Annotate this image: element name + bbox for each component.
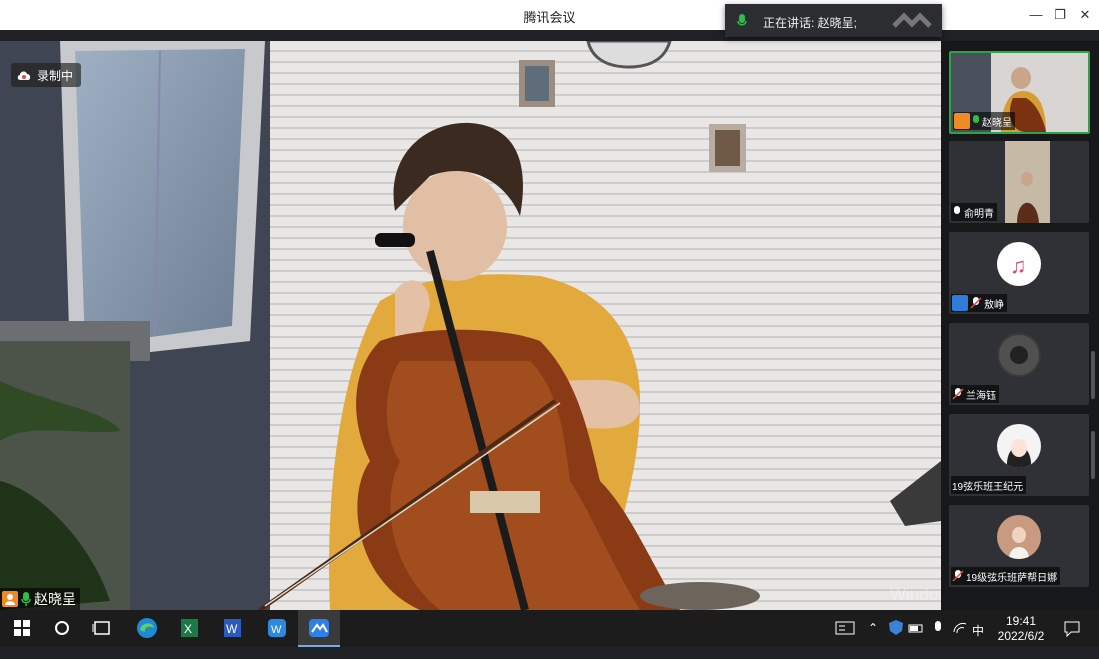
- host-icon: [954, 113, 970, 129]
- mic-muted-icon: [952, 388, 964, 400]
- avatar: [997, 515, 1041, 559]
- tencent-meeting-taskbar-button[interactable]: [298, 610, 340, 647]
- clock-time: 19:41: [1005, 614, 1037, 628]
- svg-text:♫: ♫: [1010, 253, 1027, 278]
- ime-indicator[interactable]: 中: [972, 622, 984, 659]
- participant-tile[interactable]: 俞明青: [949, 141, 1089, 223]
- taskbar: X W W ⌃ 中 19:41 2022/6/2: [0, 610, 1099, 647]
- wifi-icon[interactable]: [950, 616, 974, 640]
- minimize-button[interactable]: —: [1026, 5, 1046, 25]
- participant-nametag: 敖峥: [951, 294, 1007, 312]
- maximize-button[interactable]: ❐: [1050, 5, 1070, 25]
- mic-muted-icon: [970, 297, 982, 309]
- participant-name: 19级弦乐班萨帮日娜: [966, 572, 1058, 584]
- participant-tile[interactable]: ♫ 敖峥: [949, 232, 1089, 314]
- participant-nametag: 兰海钰: [951, 385, 999, 403]
- participant-sidebar: 赵晓呈 俞明青 ♫ 敖峥 兰海钰 19弦乐班王纪元 19级弦乐班萨帮日娜: [941, 41, 1099, 610]
- tray-expand-icon[interactable]: ⌃: [868, 621, 878, 658]
- main-speaker-nametag: 赵晓呈: [0, 588, 80, 610]
- cloud-record-icon: [17, 71, 31, 80]
- speaking-banner: 正在讲话: 赵晓呈;: [725, 4, 942, 37]
- tencent-meeting-icon: [309, 619, 329, 637]
- main-speaker-name: 赵晓呈: [34, 591, 76, 607]
- participant-nametag: 赵晓呈: [953, 112, 1015, 130]
- participant-tile[interactable]: 19级弦乐班萨帮日娜: [949, 505, 1089, 587]
- main-video: 录制中 赵晓呈 Windows: [0, 41, 941, 610]
- avatar: [997, 333, 1041, 377]
- speaker-video-frame: [0, 41, 941, 610]
- excel-icon[interactable]: X: [177, 616, 201, 640]
- avatar: ♫: [997, 242, 1041, 286]
- tencent-meeting-logo-icon: [892, 12, 932, 28]
- svg-text:W: W: [271, 624, 282, 636]
- word-icon[interactable]: W: [220, 616, 244, 640]
- participant-nametag: 俞明青: [951, 203, 997, 221]
- participant-name: 敖峥: [984, 299, 1004, 311]
- edge-browser-icon[interactable]: [135, 616, 159, 640]
- clock[interactable]: 19:41 2022/6/2: [996, 614, 1046, 651]
- participant-name: 赵晓呈: [982, 117, 1012, 129]
- participant-tile[interactable]: 兰海钰: [949, 323, 1089, 405]
- sidebar-scrollbar[interactable]: [1091, 351, 1095, 399]
- participant-nametag: 19弦乐班王纪元: [951, 476, 1027, 494]
- battery-icon[interactable]: [906, 616, 930, 640]
- activation-watermark: Windows: [890, 585, 941, 605]
- recording-indicator[interactable]: 录制中: [11, 63, 82, 87]
- participant-name: 兰海钰: [966, 390, 996, 402]
- close-button[interactable]: ✕: [1075, 5, 1095, 25]
- participant-name: 19弦乐班王纪元: [952, 481, 1024, 493]
- microphone-tray-icon[interactable]: [928, 616, 952, 640]
- host-icon: [952, 295, 968, 311]
- participant-tile[interactable]: 19弦乐班王纪元: [949, 414, 1089, 496]
- recording-label: 录制中: [37, 68, 74, 83]
- svg-text:W: W: [226, 622, 238, 636]
- participant-name: 俞明青: [964, 208, 994, 220]
- mic-muted-icon: [952, 570, 964, 582]
- wps-icon[interactable]: W: [265, 616, 289, 640]
- svg-text:X: X: [184, 622, 192, 636]
- notification-icon[interactable]: [1060, 616, 1084, 640]
- avatar: [997, 424, 1041, 468]
- clock-date: 2022/6/2: [997, 629, 1045, 643]
- host-icon: [2, 591, 18, 607]
- mic-active-icon: [973, 115, 979, 123]
- task-view-icon[interactable]: [90, 616, 114, 640]
- mic-active-icon: [737, 14, 747, 26]
- search-icon[interactable]: [50, 616, 74, 640]
- news-widget-icon[interactable]: [833, 616, 857, 640]
- windows-start-icon[interactable]: [10, 616, 34, 640]
- watermark-line1: Windows: [890, 585, 941, 604]
- sidebar-scrollbar-secondary[interactable]: [1091, 431, 1095, 479]
- participant-tile[interactable]: 赵晓呈: [949, 51, 1090, 134]
- speaking-label: 正在讲话: 赵晓呈;: [763, 16, 858, 30]
- participant-nametag: 19级弦乐班萨帮日娜: [951, 567, 1061, 585]
- mic-active-icon: [21, 592, 31, 606]
- mic-icon: [954, 206, 960, 214]
